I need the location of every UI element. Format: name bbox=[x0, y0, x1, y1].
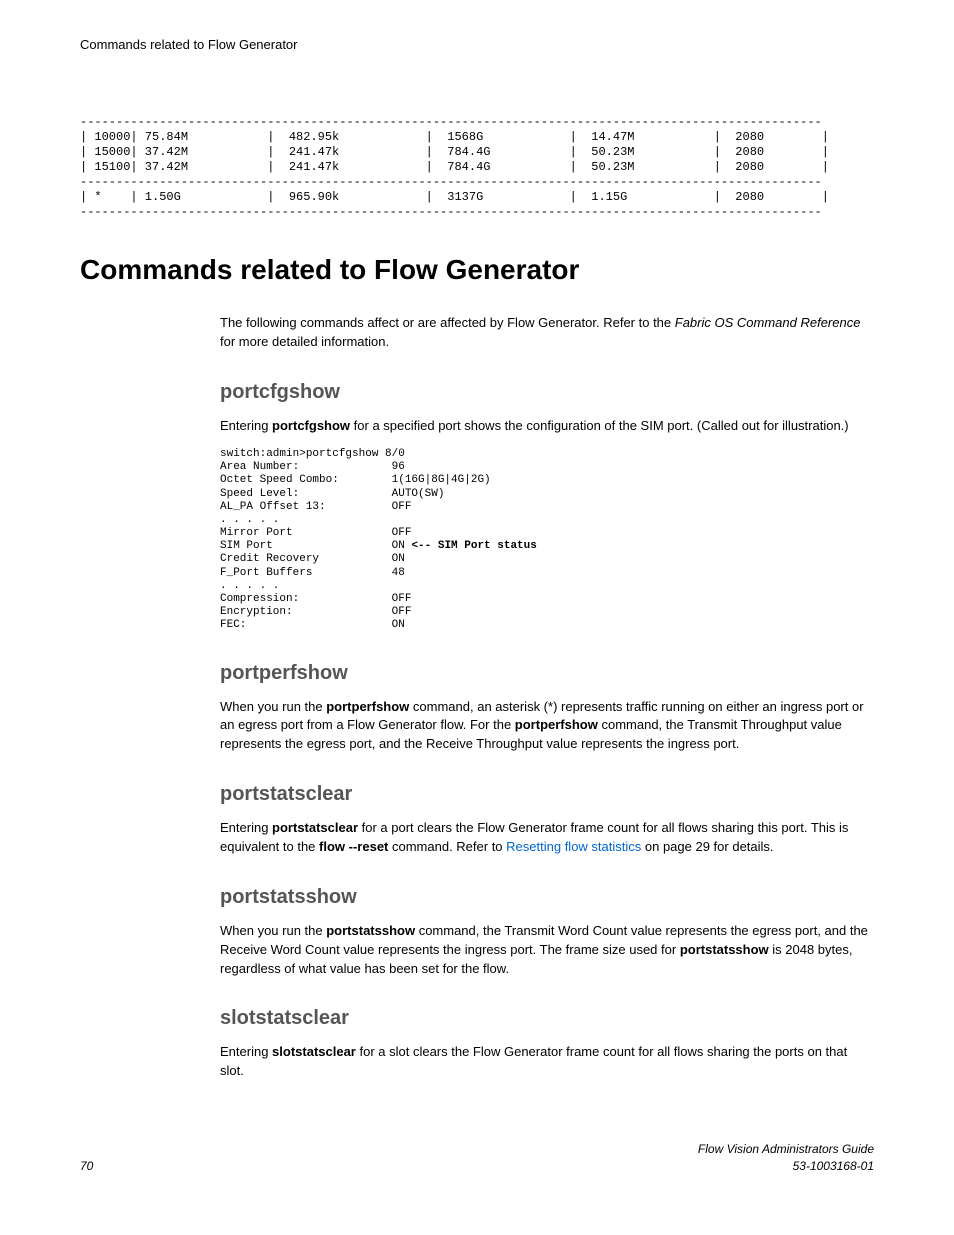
page-number: 70 bbox=[80, 1158, 93, 1175]
cmd: portstatsshow bbox=[680, 942, 769, 957]
portperfshow-desc: When you run the portperfshow command, a… bbox=[220, 698, 874, 755]
intro-post: for more detailed information. bbox=[220, 334, 389, 349]
portcfgshow-output: switch:admin>portcfgshow 8/0 Area Number… bbox=[220, 448, 874, 633]
cmd: portperfshow bbox=[326, 699, 409, 714]
code-callout: <-- SIM Port status bbox=[411, 540, 536, 552]
text: Entering bbox=[220, 418, 272, 433]
portstatsshow-desc: When you run the portstatsshow command, … bbox=[220, 922, 874, 979]
heading-portstatsclear: portstatsclear bbox=[220, 780, 874, 809]
slotstatsclear-desc: Entering slotstatsclear for a slot clear… bbox=[220, 1043, 874, 1081]
heading-slotstatsclear: slotstatsclear bbox=[220, 1004, 874, 1033]
intro-doc-ref: Fabric OS Command Reference bbox=[675, 315, 861, 330]
page-footer: 70 Flow Vision Administrators Guide 53-1… bbox=[80, 1141, 874, 1176]
stats-table: ----------------------------------------… bbox=[80, 115, 874, 220]
intro-paragraph: The following commands affect or are aff… bbox=[220, 314, 874, 352]
text: command. Refer to bbox=[388, 839, 506, 854]
portstatsclear-desc: Entering portstatsclear for a port clear… bbox=[220, 819, 874, 857]
code-pre: switch:admin>portcfgshow 8/0 Area Number… bbox=[220, 448, 491, 552]
link-resetting-flow-statistics[interactable]: Resetting flow statistics bbox=[506, 839, 641, 854]
cmd: flow --reset bbox=[319, 839, 388, 854]
cmd: portstatsshow bbox=[326, 923, 415, 938]
code-post: Credit Recovery ON F_Port Buffers 48 . .… bbox=[220, 553, 411, 631]
text: Entering bbox=[220, 820, 272, 835]
section-title: Commands related to Flow Generator bbox=[80, 250, 874, 291]
heading-portcfgshow: portcfgshow bbox=[220, 378, 874, 407]
cmd: slotstatsclear bbox=[272, 1044, 356, 1059]
intro-pre: The following commands affect or are aff… bbox=[220, 315, 675, 330]
cmd: portcfgshow bbox=[272, 418, 350, 433]
heading-portperfshow: portperfshow bbox=[220, 659, 874, 688]
heading-portstatsshow: portstatsshow bbox=[220, 883, 874, 912]
text: When you run the bbox=[220, 699, 326, 714]
text: on page 29 for details. bbox=[641, 839, 773, 854]
cmd: portstatsclear bbox=[272, 820, 358, 835]
text: Entering bbox=[220, 1044, 272, 1059]
portcfgshow-desc: Entering portcfgshow for a specified por… bbox=[220, 417, 874, 436]
running-header: Commands related to Flow Generator bbox=[80, 36, 874, 55]
text: for a specified port shows the configura… bbox=[350, 418, 849, 433]
footer-docnum: 53-1003168-01 bbox=[698, 1158, 874, 1175]
text: When you run the bbox=[220, 923, 326, 938]
footer-title: Flow Vision Administrators Guide bbox=[698, 1141, 874, 1158]
cmd: portperfshow bbox=[515, 717, 598, 732]
